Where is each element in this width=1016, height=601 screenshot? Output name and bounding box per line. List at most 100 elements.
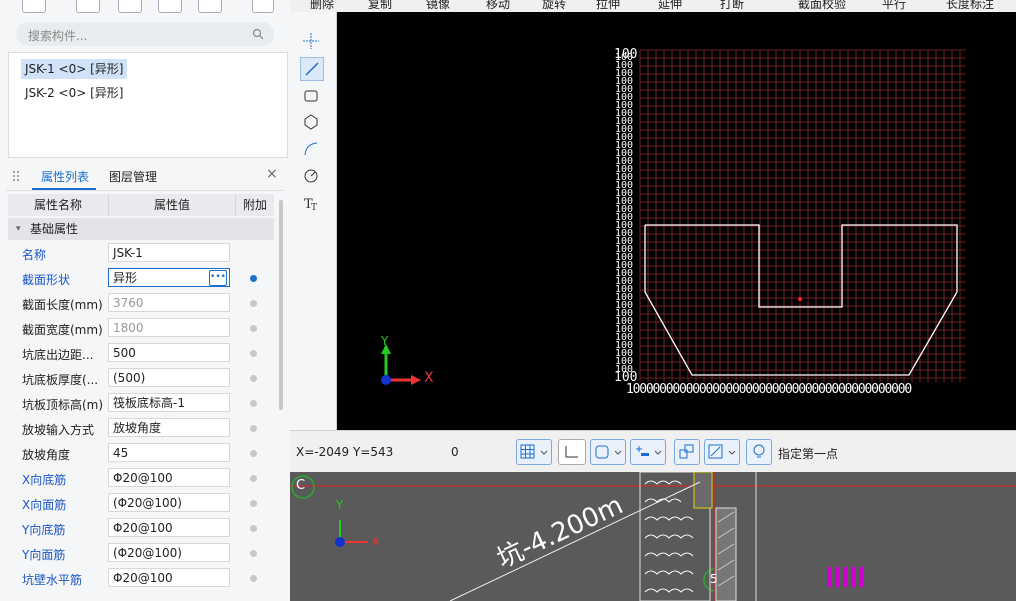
group-basic-properties[interactable]: ▾ 基础属性 xyxy=(8,218,274,240)
property-row: 名称 JSK-1 xyxy=(8,241,274,266)
3d-view[interactable]: C 5 Y x 坑-4.200m xyxy=(290,472,1016,601)
grid-icon xyxy=(520,444,548,459)
extra-checkbox[interactable] xyxy=(250,425,257,432)
dynamic-input-button[interactable] xyxy=(630,439,666,465)
polygon-icon[interactable] xyxy=(300,111,322,133)
tool-stretch[interactable]: 拉伸 xyxy=(596,0,620,12)
tool-delete[interactable]: 删除 xyxy=(310,0,334,12)
tool-parallel[interactable]: 平行 xyxy=(882,0,906,12)
tool-copy[interactable]: 复制 xyxy=(368,0,392,12)
more-button[interactable] xyxy=(252,0,274,13)
circle-icon[interactable] xyxy=(300,165,322,187)
tool-length-dim[interactable]: 长度标注 xyxy=(946,0,994,12)
property-value-input[interactable]: 放坡角度 xyxy=(108,418,230,437)
import-component-button[interactable] xyxy=(198,0,222,13)
status-value: 0 xyxy=(451,445,459,459)
property-value-input[interactable]: (Φ20@100) xyxy=(108,493,230,512)
hint-button[interactable] xyxy=(746,439,772,465)
drag-handle-icon[interactable] xyxy=(12,170,20,182)
new-component-button[interactable] xyxy=(22,0,46,13)
tool-section-check[interactable]: 截面校验 xyxy=(798,0,846,12)
angle-button[interactable] xyxy=(704,439,740,465)
property-row: Y向底筋 Φ20@100 xyxy=(8,516,274,541)
axis-x-label: X xyxy=(424,370,434,386)
property-value-input[interactable]: Φ20@100 xyxy=(108,468,230,487)
arc-icon[interactable] xyxy=(300,138,322,160)
extra-checkbox[interactable] xyxy=(250,325,257,332)
tab-layer-manager[interactable]: 图层管理 xyxy=(109,168,157,185)
ortho-toggle-button[interactable] xyxy=(558,439,586,465)
panel-tabs: 属性列表 图层管理 × xyxy=(6,162,284,191)
extra-checkbox[interactable] xyxy=(250,450,257,457)
property-value-text: 异形 xyxy=(113,271,138,285)
header-property-name: 属性名称 xyxy=(8,194,109,216)
copy-component-button[interactable] xyxy=(76,0,100,13)
property-value-input[interactable]: Φ20@100 xyxy=(108,568,230,587)
line-icon[interactable] xyxy=(300,57,324,81)
component-item-jsk-2[interactable]: JSK-2 <0> [异形] xyxy=(21,83,127,103)
property-scrollbar[interactable] xyxy=(279,200,283,410)
extra-checkbox[interactable] xyxy=(250,375,257,382)
property-value-input[interactable]: 45 xyxy=(108,443,230,462)
text-icon[interactable]: TT xyxy=(300,192,322,214)
property-value-input[interactable]: 异形 ••• xyxy=(108,268,230,287)
offset-button[interactable] xyxy=(674,439,700,465)
property-row: 截面长度(mm) 3760 xyxy=(8,291,274,316)
property-value-input[interactable]: 1800 xyxy=(108,318,230,337)
ellipsis-button[interactable]: ••• xyxy=(209,270,227,286)
property-value-input[interactable]: (Φ20@100) xyxy=(108,543,230,562)
property-value-input[interactable]: JSK-1 xyxy=(108,243,230,262)
close-icon[interactable]: × xyxy=(266,166,278,182)
property-row: 坑板顶标高(m) 筏板底标高-1 xyxy=(8,391,274,416)
extra-checkbox[interactable] xyxy=(250,525,257,532)
property-value-input[interactable]: 3760 xyxy=(108,293,230,312)
point-icon[interactable] xyxy=(300,30,322,52)
extra-checkbox[interactable] xyxy=(250,300,257,307)
property-value-input[interactable]: (500) xyxy=(108,368,230,387)
property-name: 坑板顶标高(m) xyxy=(22,398,104,412)
grid-toggle-button[interactable] xyxy=(516,439,552,465)
property-value-input[interactable]: 筏板底标高-1 xyxy=(108,393,230,412)
svg-text:T: T xyxy=(311,203,317,213)
collapse-icon[interactable]: ▾ xyxy=(16,218,21,240)
property-row: Y向面筋 (Φ20@100) xyxy=(8,541,274,566)
layer-copy-button[interactable] xyxy=(158,0,182,13)
snap-toggle-button[interactable] xyxy=(590,439,626,465)
status-bar: X=-2049 Y=543 0 指定第一点 xyxy=(290,430,1016,473)
tool-extend[interactable]: 延伸 xyxy=(658,0,682,12)
property-panel: 属性列表 图层管理 × 属性名称 属性值 附加 ▾ 基础属性 名称 JSK-1 … xyxy=(6,162,284,601)
tool-rotate[interactable]: 旋转 xyxy=(542,0,566,12)
property-value-input[interactable]: 500 xyxy=(108,343,230,362)
property-row: 放坡角度 45 xyxy=(8,441,274,466)
header-extra: 附加 xyxy=(236,194,274,216)
ortho-icon xyxy=(565,446,578,458)
property-name: 坑底板厚度(... xyxy=(22,373,99,387)
extra-checkbox[interactable] xyxy=(250,575,257,582)
extra-checkbox[interactable] xyxy=(250,500,257,507)
grid-bottom-digits: 1000000000000000000000000000000000000000… xyxy=(626,382,912,397)
tool-move[interactable]: 移动 xyxy=(486,0,510,12)
property-name: 放坡角度 xyxy=(22,448,71,462)
property-value-input[interactable]: Φ20@100 xyxy=(108,518,230,537)
axis-origin xyxy=(381,375,391,385)
section-drawing xyxy=(290,472,1016,601)
extra-checkbox[interactable] xyxy=(250,400,257,407)
drawing-canvas[interactable]: 100 100 100 100 100 100 100 100 100 100 100 100 100 1… xyxy=(337,12,1016,430)
search-input[interactable]: 搜索构件... xyxy=(16,22,274,46)
tab-property-list[interactable]: 属性列表 xyxy=(41,168,89,185)
extra-checkbox[interactable] xyxy=(250,350,257,357)
tool-mirror[interactable]: 镜像 xyxy=(426,0,450,12)
extra-checkbox[interactable] xyxy=(250,550,257,557)
tool-break[interactable]: 打断 xyxy=(720,0,744,12)
delete-component-button[interactable] xyxy=(118,0,142,13)
lightbulb-icon xyxy=(753,444,765,458)
grid-label-left: 100 xyxy=(614,47,638,62)
rectangle-icon[interactable] xyxy=(300,85,322,107)
component-list: JSK-1 <0> [异形] JSK-2 <0> [异形] xyxy=(8,52,288,158)
extra-checkbox[interactable] xyxy=(250,275,257,282)
insertion-point xyxy=(798,297,802,301)
property-name: 截面形状 xyxy=(22,273,71,287)
component-item-jsk-1[interactable]: JSK-1 <0> [异形] xyxy=(21,59,128,79)
grid-layer: 1001001001001001001001001001001001001001… xyxy=(381,49,966,385)
extra-checkbox[interactable] xyxy=(250,475,257,482)
